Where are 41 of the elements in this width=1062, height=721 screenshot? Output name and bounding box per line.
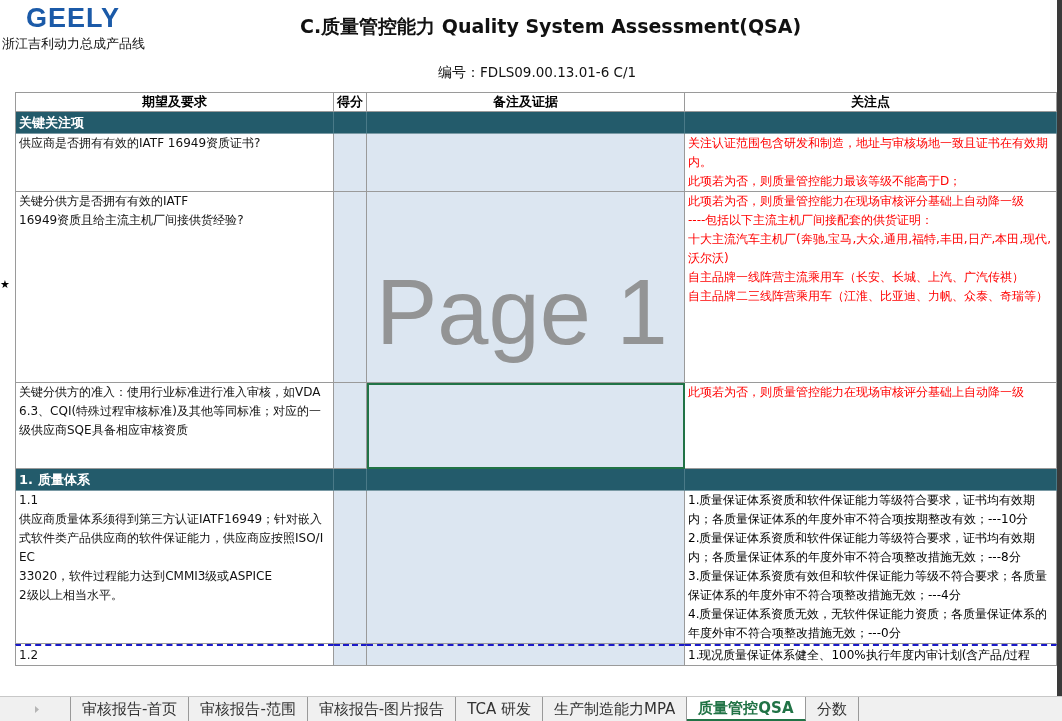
section-header: 关键关注项 <box>15 112 334 134</box>
focus-cell: 1.质量保证体系资质和软件保证能力等级符合要求，证书均有效期内；各质量保证体系的年度外审不符合项按期整改有效；---10分 2.质量保证体系资质和软件保证能力等级符合要求，证书均有效期内；各质量保证体系的年度外审不符合项整改措施无效；---8分 3.质量保证体系资质有效但和软件保证能力等级不符合要求；各质量保证体系的年度外审不符合项整改措施无效；---4分 4.质量保证体系资质无效，无软件保证能力资质；各质量保证体系的年度外审不符合项整改措施无效；---0分 <box>685 491 1057 644</box>
sheet-tab[interactable]: TCA 研发 <box>456 697 544 721</box>
score-cell[interactable] <box>334 491 367 644</box>
sheet-title: C.质量管控能力 Quality System Assessment(QSA) <box>300 14 802 39</box>
score-cell[interactable] <box>334 134 367 192</box>
evidence-cell[interactable] <box>367 383 685 469</box>
focus-cell: 此项若为否，则质量管控能力在现场审核评分基础上自动降一级 <box>685 383 1057 469</box>
requirement-cell: 1.1 供应商质量体系须得到第三方认证IATF16949；针对嵌入式软件类产品供应商的软件保证能力，供应商应按照ISO/IEC 33020，软件过程能力达到CMMI3级或ASPICE 2级以上相当水平。 <box>15 491 334 644</box>
score-cell[interactable] <box>334 383 367 469</box>
page-label: Page 1 <box>376 262 668 362</box>
focus-cell: 此项若为否，则质量管控能力在现场审核评分基础上自动降一级 ----包括以下主流主机厂间接配套的供货证明： 十大主流汽车主机厂(奔驰,宝马,大众,通用,福特,丰田,日产,本田,现代,沃尔沃) 自主品牌一线阵营主流乘用车（长安、长城、上汽、广汽传祺） 自主品牌二三线阵营乘用车（江淮、比亚迪、力帆、众泰、奇瑞等） <box>685 192 1057 383</box>
requirement-cell: 1.2 <box>15 644 334 666</box>
column-header: 关注点 <box>685 92 1057 112</box>
evidence-cell[interactable] <box>367 491 685 644</box>
evidence-cell[interactable] <box>367 134 685 192</box>
document-number: 编号：FDLS09.00.13.01-6 C/1 <box>438 64 637 82</box>
requirement-cell: 关键分供方的准入：使用行业标准进行准入审核，如VDA6.3、CQI(特殊过程审核标准)及其他等同标准；对应的一级供应商SQE具备相应审核资质 <box>15 383 334 469</box>
sheet-tab[interactable]: 审核报告-首页 <box>70 697 190 721</box>
evidence-cell[interactable] <box>367 192 685 383</box>
row-marker: ★ <box>0 278 10 291</box>
nav-arrow-icon[interactable] <box>34 704 40 714</box>
sheet-tab[interactable]: 审核报告-图片报告 <box>307 697 457 721</box>
evidence-cell[interactable] <box>367 644 685 666</box>
sheet-tab[interactable]: 分数 <box>805 697 859 721</box>
column-header: 得分 <box>334 92 367 112</box>
score-cell[interactable] <box>334 644 367 666</box>
sheet-tab[interactable]: 审核报告-范围 <box>189 697 308 721</box>
focus-cell: 1.现况质量保证体系健全、100%执行年度内审计划(含产品/过程 <box>685 644 1057 666</box>
company-name: 浙江吉利动力总成产品线 <box>2 36 145 53</box>
requirement-cell: 供应商是否拥有有效的IATF 16949资质证书? <box>15 134 334 192</box>
column-header: 备注及证据 <box>367 92 685 112</box>
brand-logo: GEELY <box>26 4 121 32</box>
section-header: 1. 质量体系 <box>15 469 334 491</box>
focus-cell: 关注认证范围包含研发和制造，地址与审核场地一致且证书在有效期内。 此项若为否，则质量管控能力最该等级不能高于D； <box>685 134 1057 192</box>
section-cell <box>334 469 367 491</box>
requirement-cell: 关键分供方是否拥有有效的IATF 16949资质且给主流主机厂间接供货经验? <box>15 192 334 383</box>
score-cell[interactable] <box>334 192 367 383</box>
column-header: 期望及要求 <box>15 92 334 112</box>
sheet-tab[interactable]: 质量管控QSA <box>687 697 806 721</box>
section-cell <box>334 112 367 134</box>
